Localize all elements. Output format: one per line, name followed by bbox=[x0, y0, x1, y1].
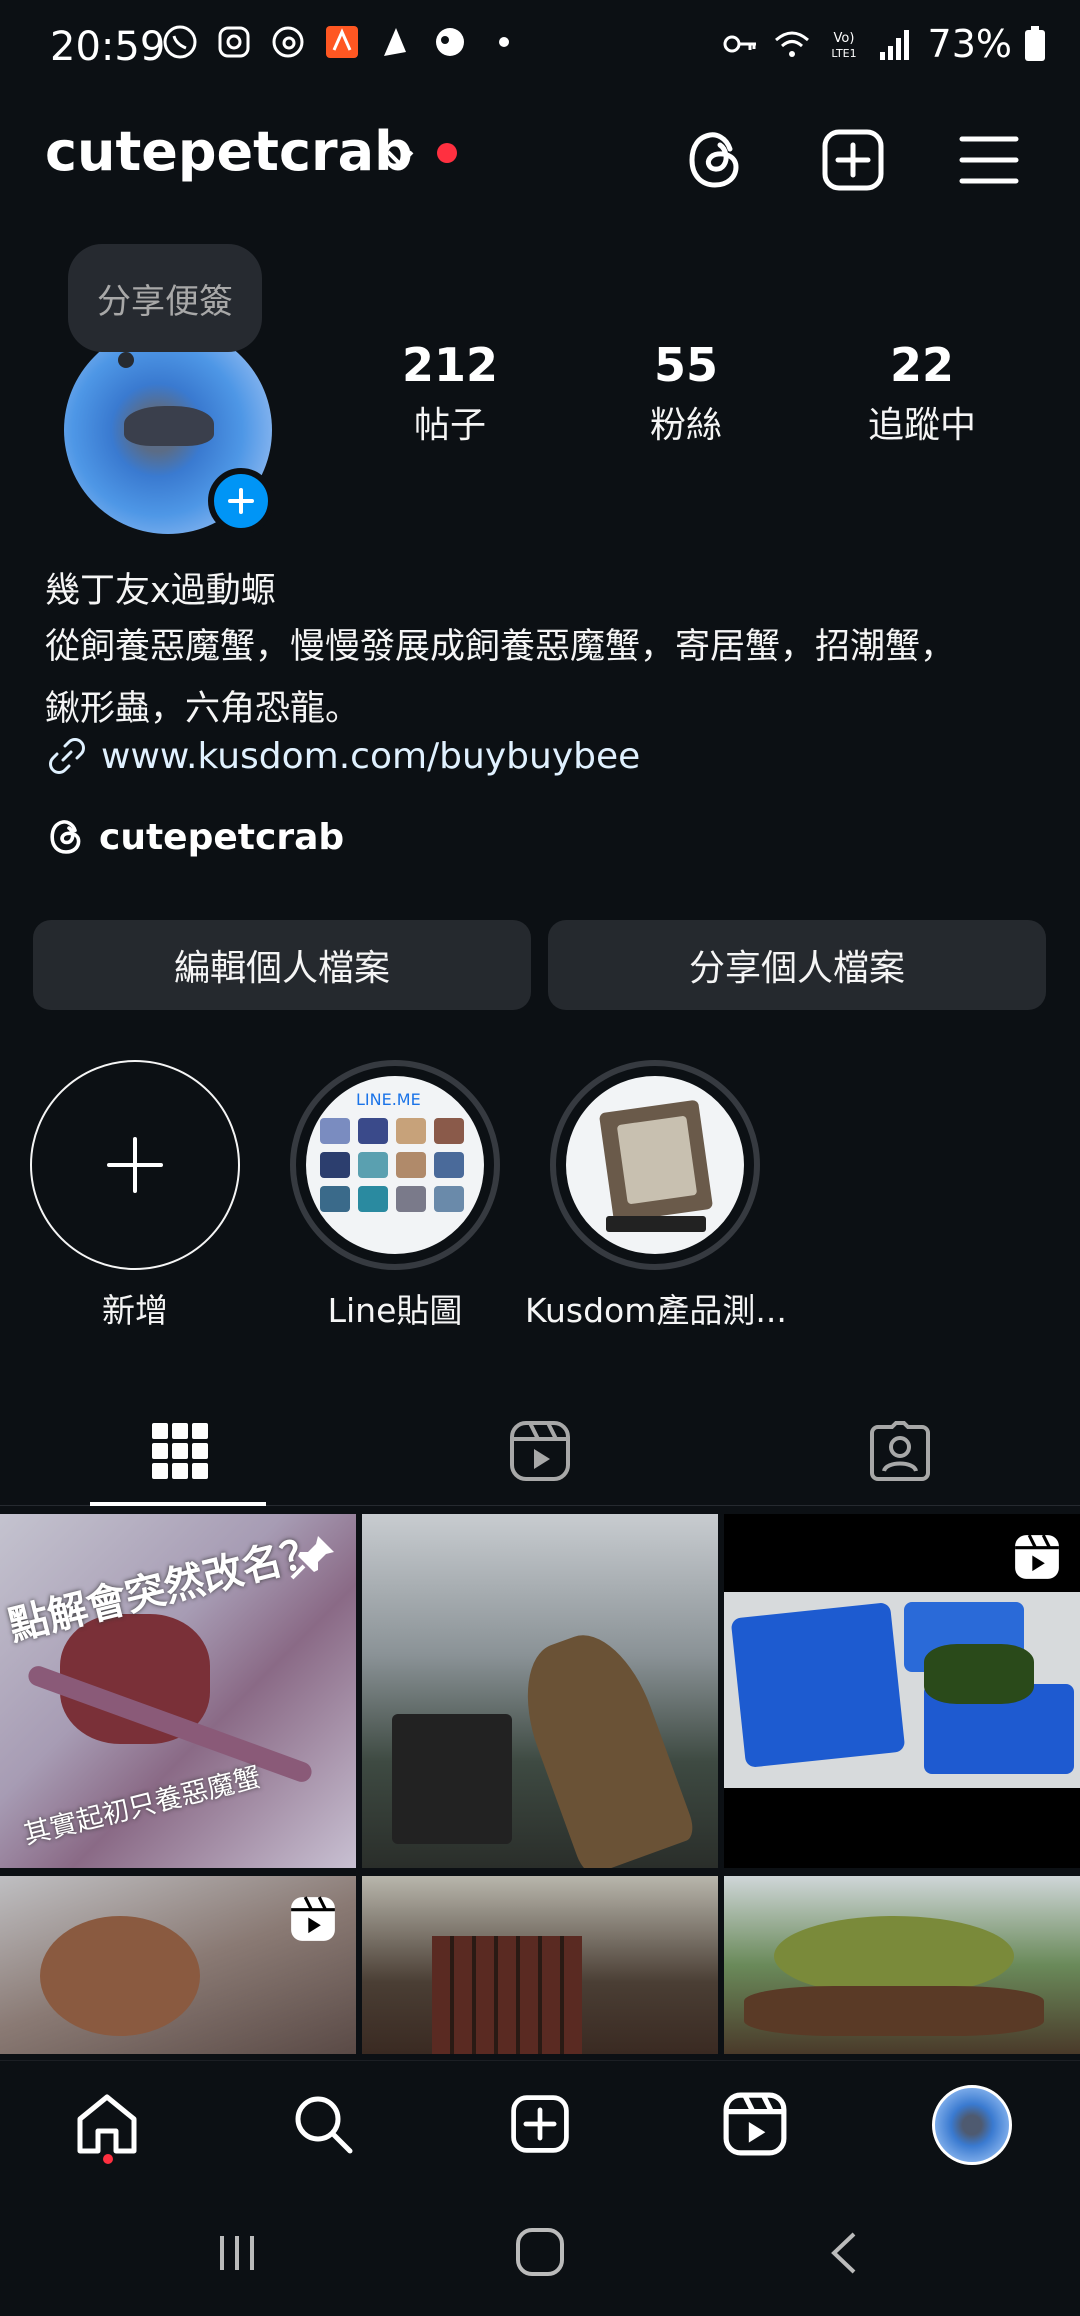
nav-search[interactable] bbox=[288, 2089, 358, 2159]
stat-value: 55 bbox=[653, 338, 718, 392]
reels-icon bbox=[510, 1421, 570, 1481]
app-icon bbox=[326, 26, 358, 58]
highlight-add-circle[interactable] bbox=[30, 1060, 240, 1270]
stat-followers[interactable]: 55 粉絲 bbox=[576, 336, 796, 452]
more-dot-icon bbox=[499, 37, 509, 47]
status-system-icons: Vo) LTE1 73% bbox=[720, 22, 1046, 66]
tab-reels[interactable] bbox=[360, 1396, 720, 1506]
active-tab-indicator bbox=[90, 1502, 266, 1506]
link-icon bbox=[49, 738, 85, 774]
grid-icon bbox=[152, 1423, 208, 1479]
post-thumbnail[interactable]: 點解會突然改名？ 其實起初只養惡魔蟹 bbox=[0, 1514, 356, 1868]
battery-percent: 73% bbox=[927, 22, 1012, 66]
create-icon bbox=[511, 2095, 569, 2153]
recent-apps-icon[interactable] bbox=[212, 2228, 262, 2278]
highlight-label: 新增 bbox=[102, 1291, 168, 1330]
chevron-down-icon[interactable] bbox=[382, 140, 418, 176]
svg-text:LTE1: LTE1 bbox=[831, 47, 856, 60]
post-overlay-text: 其實起初只養惡魔蟹 bbox=[20, 1761, 264, 1851]
post-thumbnail[interactable] bbox=[362, 1514, 718, 1868]
search-icon bbox=[295, 2096, 353, 2154]
threads-username: cutepetcrab bbox=[99, 816, 345, 858]
stat-value: 22 bbox=[889, 338, 954, 392]
stat-value: 212 bbox=[401, 338, 499, 392]
profile-avatar bbox=[932, 2085, 1012, 2165]
post-thumbnail[interactable] bbox=[362, 1876, 718, 2054]
highlight-thumbnail: LINE.ME bbox=[306, 1076, 484, 1254]
threads-icon bbox=[50, 820, 81, 854]
nav-reels[interactable] bbox=[720, 2089, 790, 2159]
nav-home[interactable] bbox=[72, 2089, 142, 2159]
stat-following[interactable]: 22 追蹤中 bbox=[812, 336, 1032, 452]
svg-text:Vo): Vo) bbox=[833, 31, 854, 46]
tab-tagged[interactable] bbox=[720, 1396, 1080, 1506]
nav-create[interactable] bbox=[505, 2089, 575, 2159]
app-icon bbox=[436, 28, 464, 56]
highlight-label: Kusdom產品測... bbox=[525, 1291, 787, 1330]
bio-line: 鍬形蟲，六角恐龍。 bbox=[45, 689, 361, 729]
app-icon bbox=[384, 28, 406, 56]
highlight-label: Line貼圖 bbox=[327, 1291, 463, 1330]
battery-icon bbox=[1025, 26, 1045, 61]
nav-profile[interactable] bbox=[930, 2083, 1014, 2167]
wifi-icon bbox=[774, 31, 809, 57]
add-story-button[interactable] bbox=[208, 468, 274, 534]
home-icon bbox=[77, 2094, 137, 2154]
posts-grid: 點解會突然改名？ 其實起初只養惡魔蟹 bbox=[0, 1514, 1080, 2054]
menu-icon[interactable] bbox=[954, 125, 1024, 195]
instagram-icon bbox=[218, 26, 250, 58]
stat-label: 帖子 bbox=[413, 405, 486, 446]
stat-label: 粉絲 bbox=[649, 405, 722, 446]
tagged-icon bbox=[870, 1421, 930, 1481]
bio-link[interactable]: www.kusdom.com/buybuybee bbox=[45, 734, 640, 778]
highlight-thumbnail bbox=[566, 1076, 744, 1254]
bottom-navigation bbox=[0, 2060, 1080, 2180]
thumbnail-caption: LINE.ME bbox=[356, 1090, 421, 1109]
plus-icon bbox=[107, 1137, 163, 1193]
system-navigation-bar bbox=[0, 2190, 1080, 2316]
profile-tabs bbox=[0, 1396, 1080, 1506]
reel-icon bbox=[291, 1896, 335, 1941]
profile-header: cutepetcrab bbox=[0, 110, 1080, 200]
back-icon[interactable] bbox=[820, 2228, 870, 2278]
bio-line: 從飼養惡魔蟹，慢慢發展成飼養惡魔蟹，寄居蟹，招潮蟹， bbox=[45, 627, 956, 667]
username-switcher[interactable]: cutepetcrab bbox=[45, 120, 413, 183]
highlight-new[interactable]: 新增 bbox=[5, 1060, 265, 1332]
whatsapp-icon bbox=[163, 25, 197, 59]
home-button-icon[interactable] bbox=[514, 2226, 566, 2278]
post-thumbnail[interactable] bbox=[724, 1514, 1080, 1868]
signal-icon bbox=[879, 30, 909, 60]
stat-posts[interactable]: 212 帖子 bbox=[340, 336, 560, 452]
volte-icon: Vo)LTE1 bbox=[831, 31, 856, 60]
threads-badge[interactable]: cutepetcrab bbox=[45, 816, 344, 858]
reels-icon bbox=[723, 2092, 787, 2156]
bio-link-text: www.kusdom.com/buybuybee bbox=[101, 735, 641, 777]
edit-profile-button[interactable]: 編輯個人檔案 bbox=[33, 920, 531, 1010]
note-bubble-tail bbox=[118, 352, 134, 368]
add-post-icon[interactable] bbox=[818, 125, 888, 195]
plus-icon bbox=[228, 488, 254, 514]
threads-icon[interactable] bbox=[680, 125, 750, 195]
highlight-cover[interactable] bbox=[550, 1060, 760, 1270]
reel-icon bbox=[1015, 1534, 1059, 1579]
highlight-item[interactable]: LINE.ME Line貼圖 bbox=[265, 1060, 525, 1332]
threads-icon bbox=[272, 26, 304, 58]
highlight-cover[interactable]: LINE.ME bbox=[290, 1060, 500, 1270]
notification-dot bbox=[437, 143, 457, 163]
pin-icon bbox=[290, 1536, 334, 1580]
highlight-item[interactable]: Kusdom產品測... bbox=[525, 1060, 787, 1332]
status-app-icons bbox=[160, 22, 524, 62]
stat-label: 追蹤中 bbox=[867, 405, 976, 446]
post-thumbnail[interactable] bbox=[0, 1876, 356, 2054]
tab-posts-grid[interactable] bbox=[0, 1396, 360, 1506]
share-profile-button[interactable]: 分享個人檔案 bbox=[548, 920, 1046, 1010]
key-icon bbox=[723, 35, 756, 53]
status-bar: 20:59 Vo) LTE1 73% bbox=[0, 0, 1080, 96]
notification-dot bbox=[103, 2154, 113, 2164]
note-bubble[interactable]: 分享便簽 bbox=[68, 244, 262, 352]
profile-name: 幾丁友x過動螈 bbox=[45, 571, 276, 611]
status-time: 20:59 bbox=[50, 24, 166, 70]
post-thumbnail[interactable] bbox=[724, 1876, 1080, 2054]
